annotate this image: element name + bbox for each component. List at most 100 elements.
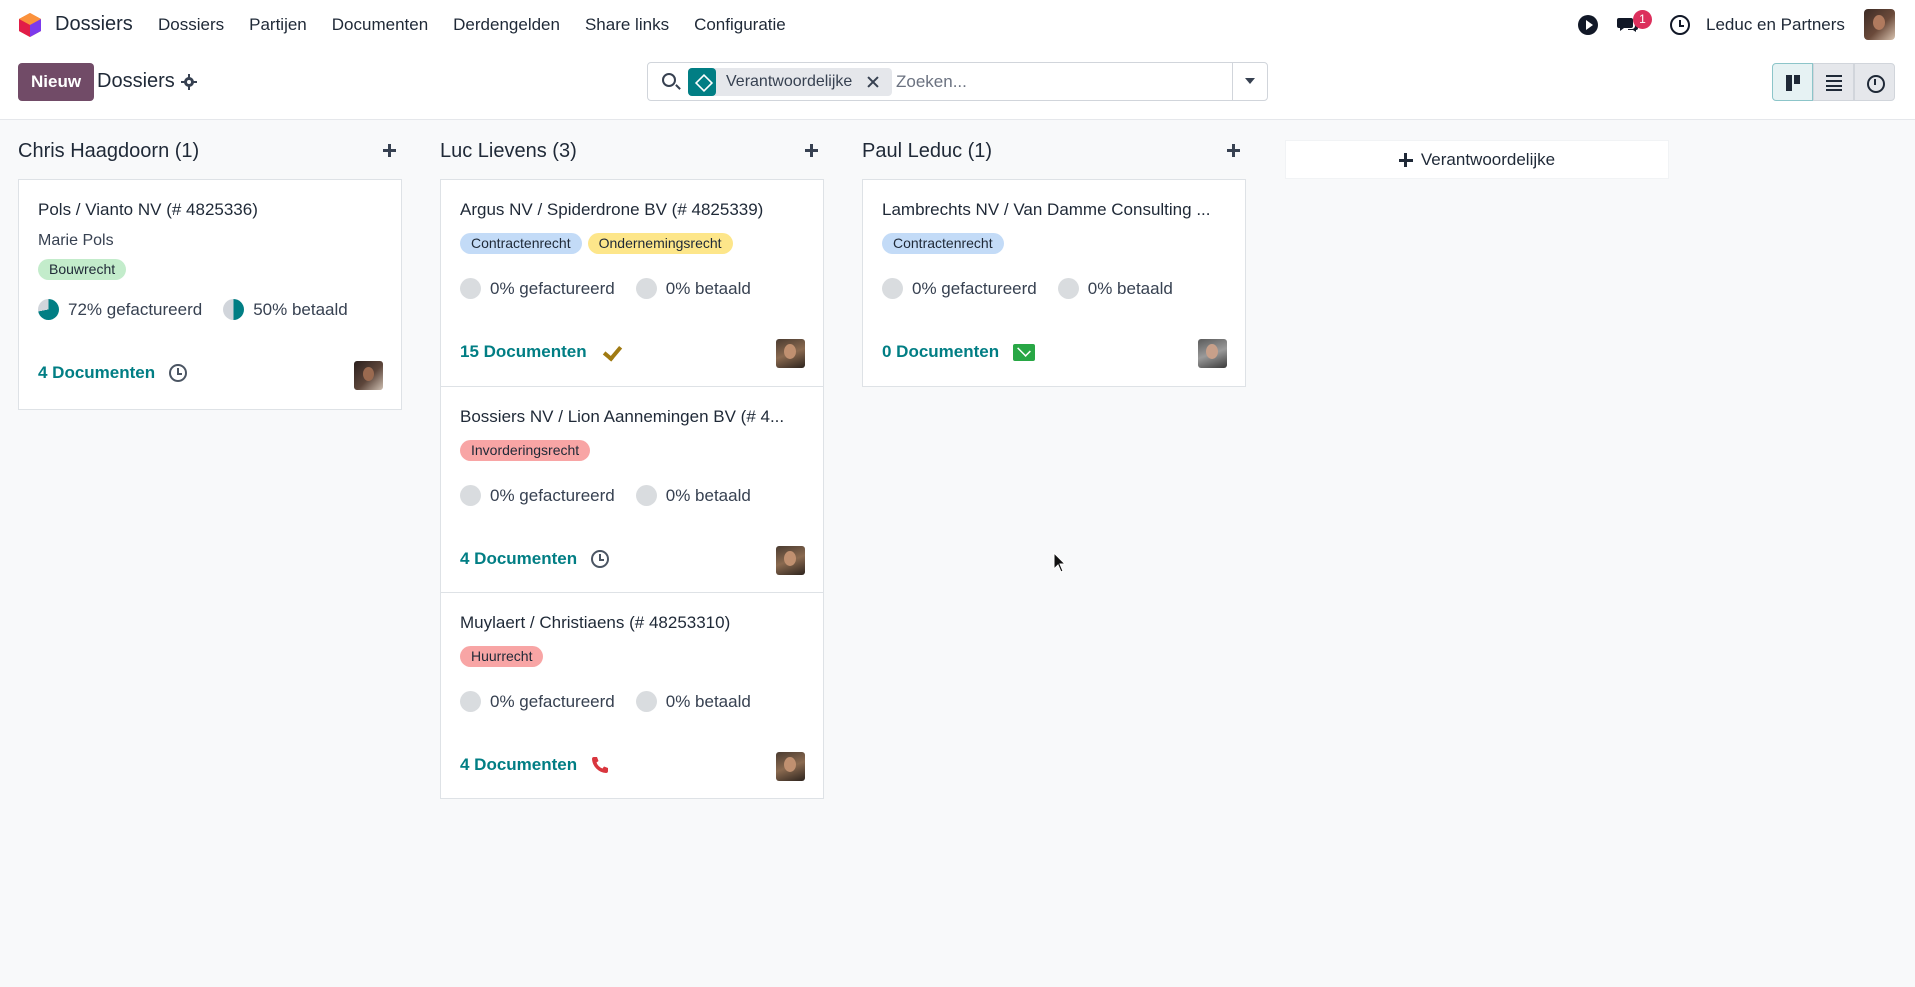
- paid-pie-icon: [223, 299, 245, 320]
- quick-create-icon[interactable]: [800, 138, 824, 162]
- card-client: Marie Pols: [38, 232, 114, 249]
- paid-pie-icon: [635, 278, 657, 299]
- invoiced-pie-icon: [38, 299, 59, 320]
- invoice-progress: 0% gefactureerd 0% betaald: [460, 485, 751, 506]
- invoiced-pie-icon: [882, 278, 903, 299]
- add-column-label: Verantwoordelijke: [1420, 149, 1556, 169]
- menu-item-documenten[interactable]: Documenten: [332, 15, 428, 35]
- paid-label: 0% betaald: [1087, 278, 1173, 298]
- card-title: Pols / Vianto NV (# 4825336): [38, 200, 258, 219]
- paid-pie-icon: [635, 485, 657, 506]
- invoice-progress: 0% gefactureerd 0% betaald: [882, 278, 1173, 299]
- tag-list: Bouwrecht: [38, 259, 127, 280]
- breadcrumb: Dossiers: [97, 70, 197, 93]
- card-footer: 0 Documenten: [882, 342, 1036, 362]
- column-header: Paul Leduc (1): [862, 120, 1246, 180]
- invoiced-label: 0% gefactureerd: [490, 485, 615, 505]
- documents-link[interactable]: 4 Documenten: [460, 755, 577, 775]
- list-view-button[interactable]: [1813, 63, 1854, 101]
- documents-link[interactable]: 4 Documenten: [460, 549, 577, 569]
- app-logo-icon[interactable]: [17, 12, 43, 38]
- paid-label: 0% betaald: [665, 485, 751, 505]
- card-footer: 4 Documenten: [460, 549, 610, 569]
- card-title: Bossiers NV / Lion Aannemingen BV (# 4..…: [460, 407, 785, 426]
- tag: Contractenrecht: [460, 233, 582, 254]
- kanban-card[interactable]: Argus NV / Spiderdrone BV (# 4825339) Co…: [440, 179, 824, 387]
- avatar[interactable]: [776, 339, 805, 368]
- page-title: Dossiers: [97, 70, 175, 92]
- tag: Huurrecht: [460, 646, 544, 667]
- card-title: Muylaert / Christiaens (# 48253310): [460, 613, 731, 632]
- add-column-button[interactable]: Verantwoordelijke: [1285, 140, 1669, 179]
- kanban-card[interactable]: Muylaert / Christiaens (# 48253310) Huur…: [440, 592, 824, 799]
- search-facet: Verantwoordelijke: [688, 68, 893, 96]
- menu-item-configuratie[interactable]: Configuratie: [694, 15, 786, 35]
- gear-icon[interactable]: [180, 73, 197, 90]
- avatar[interactable]: [776, 546, 805, 575]
- close-icon[interactable]: [862, 71, 884, 93]
- search-icon: [662, 73, 676, 87]
- search-options-toggle[interactable]: [1232, 63, 1267, 100]
- mail-icon[interactable]: [1013, 343, 1036, 361]
- app-name[interactable]: Dossiers: [55, 13, 133, 36]
- tag: Bouwrecht: [38, 259, 127, 280]
- activity-clock-icon[interactable]: [1670, 15, 1690, 35]
- kanban-column: Paul Leduc (1) Lambrechts NV / Van Damme…: [862, 120, 1246, 387]
- check-icon[interactable]: [601, 342, 621, 362]
- search-input[interactable]: [896, 70, 1226, 94]
- main-menu: Dossiers Partijen Documenten Derdengelde…: [158, 15, 786, 35]
- menu-item-derdengelden[interactable]: Derdengelden: [453, 15, 560, 35]
- paid-label: 0% betaald: [665, 691, 751, 711]
- menu-item-share-links[interactable]: Share links: [585, 15, 669, 35]
- view-switcher: [1772, 63, 1895, 101]
- invoiced-label: 0% gefactureerd: [912, 278, 1037, 298]
- documents-link[interactable]: 15 Documenten: [460, 342, 587, 362]
- card-footer: 4 Documenten: [460, 755, 609, 775]
- card-footer: 15 Documenten: [460, 342, 621, 362]
- tag-list: Invorderingsrecht: [460, 440, 591, 461]
- phone-icon[interactable]: [591, 756, 609, 774]
- column-title[interactable]: Luc Lievens (3): [440, 140, 577, 163]
- facet-label: Verantwoordelijke: [726, 73, 853, 90]
- mouse-cursor-icon: [1053, 552, 1067, 573]
- activity-view-button[interactable]: [1854, 63, 1895, 101]
- plus-icon: [1398, 152, 1413, 167]
- invoice-progress: 72% gefactureerd 50% betaald: [38, 299, 348, 320]
- control-panel: Nieuw Dossiers Verantwoordelijke: [0, 50, 1915, 120]
- tag: Ondernemingsrecht: [587, 233, 733, 254]
- kanban-card[interactable]: Bossiers NV / Lion Aannemingen BV (# 4..…: [440, 386, 824, 593]
- avatar[interactable]: [354, 361, 383, 390]
- invoiced-label: 0% gefactureerd: [490, 278, 615, 298]
- menu-item-dossiers[interactable]: Dossiers: [158, 15, 224, 35]
- paid-pie-icon: [635, 691, 657, 712]
- documents-link[interactable]: 4 Documenten: [38, 363, 155, 383]
- tag-list: Huurrecht: [460, 646, 544, 667]
- invoiced-pie-icon: [460, 278, 481, 299]
- menu-item-partijen[interactable]: Partijen: [249, 15, 307, 35]
- tag: Invorderingsrecht: [460, 440, 591, 461]
- card-footer: 4 Documenten: [38, 363, 188, 383]
- quick-create-icon[interactable]: [378, 138, 402, 162]
- card-title: Lambrechts NV / Van Damme Consulting ...: [882, 200, 1211, 219]
- play-icon[interactable]: [1578, 15, 1598, 35]
- documents-link[interactable]: 0 Documenten: [882, 342, 999, 362]
- kanban-card[interactable]: Pols / Vianto NV (# 4825336) Marie Pols …: [18, 179, 402, 410]
- column-title[interactable]: Paul Leduc (1): [862, 140, 992, 163]
- clock-icon[interactable]: [169, 364, 188, 382]
- quick-create-icon[interactable]: [1222, 138, 1246, 162]
- card-title: Argus NV / Spiderdrone BV (# 4825339): [460, 200, 764, 219]
- avatar[interactable]: [1198, 339, 1227, 368]
- column-title[interactable]: Chris Haagdoorn (1): [18, 140, 199, 163]
- tag: Contractenrecht: [882, 233, 1004, 254]
- company-switcher[interactable]: Leduc en Partners: [1706, 15, 1845, 35]
- kanban-view-button[interactable]: [1772, 63, 1813, 101]
- invoice-progress: 0% gefactureerd 0% betaald: [460, 278, 751, 299]
- new-button[interactable]: Nieuw: [18, 63, 95, 101]
- avatar[interactable]: [776, 752, 805, 781]
- invoiced-label: 72% gefactureerd: [68, 299, 203, 319]
- clock-icon[interactable]: [591, 550, 610, 568]
- user-avatar[interactable]: [1864, 9, 1895, 40]
- invoice-progress: 0% gefactureerd 0% betaald: [460, 691, 751, 712]
- paid-label: 50% betaald: [253, 299, 348, 319]
- kanban-card[interactable]: Lambrechts NV / Van Damme Consulting ...…: [862, 179, 1246, 387]
